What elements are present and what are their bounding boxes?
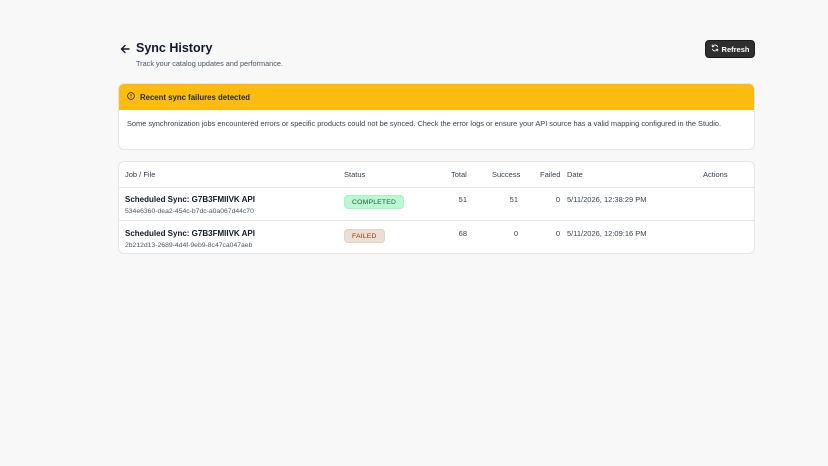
- column-status: Status: [344, 170, 366, 179]
- sync-failure-alert: Recent sync failures detected Some synch…: [118, 83, 755, 150]
- job-name: Scheduled Sync: G7B3FMIIVK API: [125, 229, 255, 238]
- table-row: Scheduled Sync: G7B3FMIIVK API 2b212d13-…: [119, 222, 754, 253]
- alert-header: Recent sync failures detected: [119, 84, 754, 110]
- sync-history-page: Sync History Track your catalog updates …: [0, 0, 828, 466]
- column-date: Date: [567, 170, 583, 179]
- failed-count: 0: [555, 229, 560, 238]
- page-subtitle: Track your catalog updates and performan…: [136, 59, 283, 68]
- total-count: 68: [458, 229, 467, 238]
- sync-date: 5/11/2026, 12:09:16 PM: [567, 229, 647, 238]
- column-actions: Actions: [703, 170, 728, 179]
- job-name: Scheduled Sync: G7B3FMIIVK API: [125, 195, 255, 204]
- status-badge: FAILED: [344, 229, 385, 243]
- status-badge: COMPLETED: [344, 195, 405, 209]
- column-success: Success: [492, 170, 521, 179]
- table-row: Scheduled Sync: G7B3FMIIVK API 534e6360-…: [119, 188, 754, 221]
- table-header: Job / File Status Total Success Failed D…: [119, 162, 754, 188]
- refresh-label: Refresh: [721, 44, 750, 54]
- refresh-button[interactable]: Refresh: [705, 40, 755, 58]
- sync-history-table: Job / File Status Total Success Failed D…: [118, 161, 755, 254]
- success-count: 0: [513, 229, 518, 238]
- column-failed: Failed: [540, 170, 561, 179]
- job-id: 534e6360-dea2-454c-b7dc-a0a067d44c70: [125, 208, 254, 215]
- column-job: Job / File: [125, 170, 156, 179]
- back-arrow-icon[interactable]: [118, 42, 132, 56]
- page-title: Sync History: [136, 41, 213, 55]
- sync-date: 5/11/2026, 12:38:29 PM: [567, 195, 647, 204]
- alert-circle-icon: [127, 92, 135, 102]
- job-id: 2b212d13-2689-4d4f-9eb9-8c47ca047aeb: [125, 242, 253, 249]
- total-count: 51: [458, 195, 467, 204]
- alert-title: Recent sync failures detected: [140, 92, 251, 102]
- refresh-icon: [711, 44, 719, 54]
- column-total: Total: [451, 170, 467, 179]
- failed-count: 0: [555, 195, 560, 204]
- page-header: Sync History Track your catalog updates …: [118, 40, 755, 70]
- success-count: 51: [509, 195, 518, 204]
- alert-message: Some synchronization jobs encountered er…: [127, 119, 722, 128]
